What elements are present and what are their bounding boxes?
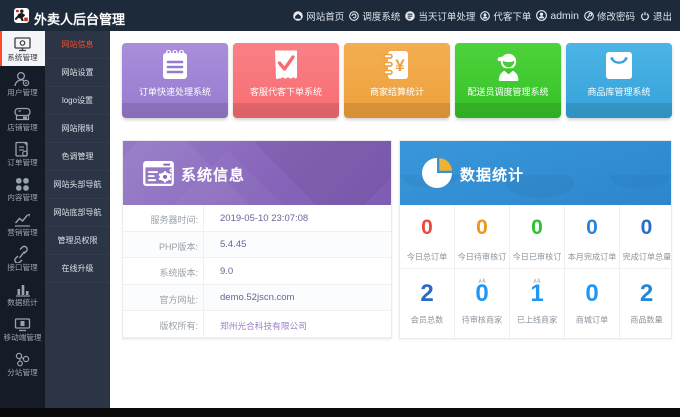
svg-text:¥: ¥ xyxy=(395,56,405,75)
